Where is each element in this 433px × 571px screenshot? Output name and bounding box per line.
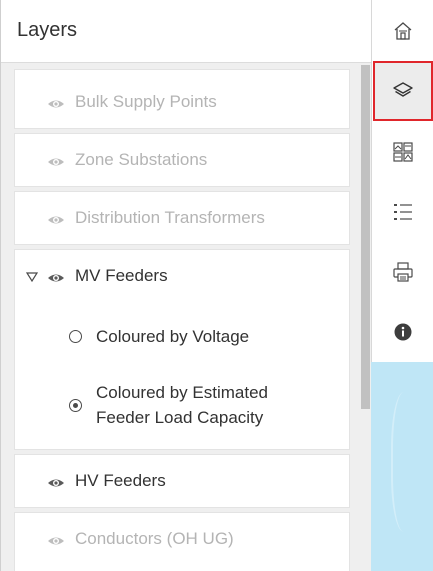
basemap-gallery-icon (393, 142, 413, 162)
eye-icon[interactable] (47, 98, 65, 110)
print-button[interactable] (373, 242, 433, 302)
legend-button[interactable] (373, 182, 433, 242)
eye-icon[interactable] (47, 156, 65, 168)
layers-panel: Layers Bulk Supply Points Zone Substatio… (0, 0, 371, 571)
layer-label: Zone Substations (75, 150, 208, 169)
layer-label: Distribution Transformers (75, 208, 265, 227)
layer-list[interactable]: Bulk Supply Points Zone Substations Dist… (1, 63, 371, 571)
layer-item-mv-feeders[interactable]: MV Feeders Coloured by Voltage Coloured … (14, 249, 350, 450)
layer-item-zone-substations[interactable]: Zone Substations (14, 133, 350, 187)
widget-toolbar (371, 0, 433, 362)
scrollbar-thumb[interactable] (361, 65, 370, 409)
radio-coloured-by-voltage[interactable] (69, 330, 82, 343)
layer-item-distribution-transformers[interactable]: Distribution Transformers (14, 191, 350, 245)
panel-header: Layers (1, 0, 371, 63)
panel-title: Layers (17, 19, 78, 41)
layer-label: MV Feeders (75, 266, 168, 285)
home-icon (394, 22, 412, 40)
basemap-gallery-button[interactable] (373, 122, 433, 182)
layers-icon (393, 82, 413, 97)
option-label-line2: Feeder Load Capacity (96, 408, 264, 427)
layer-label: Conductors (OH UG) (75, 529, 234, 548)
option-label-line1: Coloured by Estimated (96, 383, 268, 402)
eye-icon[interactable] (47, 477, 65, 489)
map-view[interactable] (371, 362, 433, 571)
info-icon (394, 323, 412, 341)
print-icon (393, 262, 413, 282)
legend-list-icon (394, 204, 412, 220)
layer-label: Bulk Supply Points (75, 92, 217, 111)
chevron-down-icon[interactable] (26, 272, 38, 282)
info-button[interactable] (373, 302, 433, 362)
app-root: Layers Bulk Supply Points Zone Substatio… (0, 0, 433, 571)
radio-coloured-by-load-capacity[interactable] (69, 399, 82, 412)
map-coastline (391, 392, 423, 532)
layers-button[interactable] (373, 61, 433, 121)
layer-item-conductors[interactable]: Conductors (OH UG) (14, 512, 350, 571)
layer-item-hv-feeders[interactable]: HV Feeders (14, 454, 350, 508)
home-button[interactable] (373, 1, 433, 61)
layer-item-bulk-supply-points[interactable]: Bulk Supply Points (14, 69, 350, 129)
eye-icon[interactable] (47, 535, 65, 547)
eye-icon[interactable] (47, 272, 65, 284)
eye-icon[interactable] (47, 214, 65, 226)
layer-label: HV Feeders (75, 471, 166, 490)
option-label: Coloured by Voltage (96, 327, 250, 346)
